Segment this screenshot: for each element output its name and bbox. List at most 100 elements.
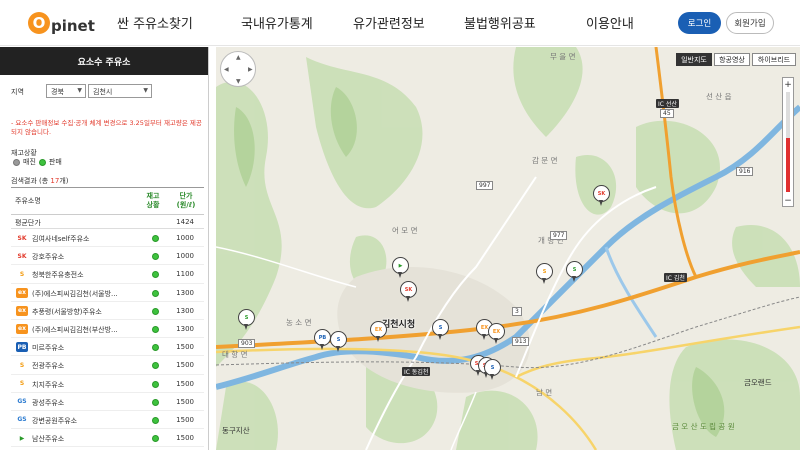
road-shield-903: 903 [238,339,256,348]
station-row[interactable]: PB 미르주유소 1500 [11,338,204,357]
station-marker[interactable]: ▶ [392,257,409,279]
station-row[interactable]: GS 광성주유소 1500 [11,393,204,411]
zoom-out-button[interactable]: − [783,195,793,206]
station-row[interactable]: GS 강변공원주유소 1500 [11,411,204,430]
road-shield-997: 997 [476,181,494,190]
onsale-dot-icon [152,416,159,424]
avg-label: 평균단가 [15,219,41,227]
label-mureul: 무 을 면 [550,52,576,61]
station-row[interactable]: S 전광주유소 1500 [11,356,204,375]
station-marker[interactable]: EX [488,323,505,345]
pan-down-icon[interactable]: ▼ [236,78,241,85]
station-marker[interactable]: SK [400,281,417,303]
brand-logo-icon: PB [16,342,28,353]
station-marker[interactable]: S [330,331,347,353]
station-row[interactable]: ex (주)에스피씨김김천(서울방... 1300 [11,284,204,302]
station-marker[interactable]: S [566,261,583,283]
station-row[interactable]: S 치지주유소 1500 [11,375,204,393]
chevron-down-icon: ▼ [143,87,148,94]
zoom-control[interactable]: + − [782,77,794,207]
station-row[interactable]: ▶ 남산주유소 1500 [11,429,204,448]
station-row[interactable]: SK 김여사네self주유소 1000 [11,229,204,248]
brand-logo-icon: S [16,378,28,389]
station-name[interactable]: 남산주유소 [32,434,137,444]
province-select[interactable]: 경북 ▼ [46,84,86,98]
zoom-in-button[interactable]: + [783,79,793,90]
brand-logo-icon: ex [16,323,28,334]
station-row[interactable]: ex (주)에스피씨김김천(부산방... 1300 [11,320,204,339]
onsale-dot-icon [152,307,159,315]
station-name[interactable]: 미르주유소 [32,343,137,353]
login-button[interactable]: 로그인 [678,12,721,34]
label-nam: 남 면 [536,388,553,397]
ic-donggimcheon: IC 동김천 [402,367,431,376]
table-header: 주유소명 재고 상황 단가 (원/ℓ) [11,187,204,215]
station-price: 1100 [176,270,194,279]
brand-logo-icon: GS [16,396,28,407]
station-name[interactable]: 치지주유소 [32,380,137,390]
onsale-dot-icon [152,398,159,406]
nav-cheap-station[interactable]: 싼 주유소찾기 [117,13,193,32]
brand-logo-icon: S [16,360,28,371]
station-name[interactable]: 김여사네self주유소 [32,234,137,244]
station-name[interactable]: 광성주유소 [32,398,137,408]
station-name[interactable]: (주)에스피씨김김천(부산방... [32,325,137,335]
city-value: 김천시 [93,88,113,96]
station-name[interactable]: 강호주유소 [32,252,137,262]
station-row[interactable]: S 청북한주유충전소 1100 [11,265,204,284]
map-type-hybrid[interactable]: 하이브리드 [752,53,796,66]
station-name[interactable]: (주)에스피씨김김천(서울방... [32,289,137,299]
station-price: 1500 [176,415,194,424]
top-header: O pinet 싼 주유소찾기 국내유가통계 유가관련정보 불법행위공표 이용안… [0,0,800,46]
opinet-logo[interactable]: O pinet [28,9,95,37]
label-station: 동구지산 [222,426,250,435]
ic-seonsan: IC 선산 [656,99,679,108]
join-button[interactable]: 회원가입 [726,12,774,34]
label-daehang: 대 항 면 [222,350,248,359]
station-marker[interactable]: S [536,263,553,285]
station-marker[interactable]: S [484,359,501,381]
map-type-normal[interactable]: 일반지도 [676,53,712,66]
station-marker[interactable]: S [238,309,255,331]
pan-control[interactable]: ▲ ▼ ◀ ▶ [220,51,256,87]
station-row[interactable]: SK 강호주유소 1000 [11,247,204,266]
col-name: 주유소명 [15,197,41,205]
onsale-dot-icon [152,435,159,443]
map-view[interactable]: 감 문 면 어 모 면 개 령 면 농 소 면 대 항 면 남 면 선 산 읍 … [216,47,800,450]
nav-domestic-price-stats[interactable]: 국내유가통계 [241,13,313,32]
brand-logo-icon: GS [16,414,28,425]
pan-right-icon[interactable]: ▶ [248,66,253,73]
station-name[interactable]: 강변공원주유소 [32,416,137,426]
city-select[interactable]: 김천시 ▼ [88,84,152,98]
legend-soldout: 매진 [23,158,36,166]
station-price: 1300 [176,288,194,297]
label-eomo: 어 모 면 [392,226,418,235]
station-price: 1500 [176,361,194,370]
station-name[interactable]: 전광주유소 [32,361,137,371]
col-status: 재고 상황 [146,192,160,209]
nav-violation-notice[interactable]: 불법행위공표 [464,13,536,32]
station-row[interactable]: ex 추풍령(서울방향)주유소 1300 [11,302,204,320]
road-shield-913: 913 [512,337,530,346]
nav-price-info[interactable]: 유가관련정보 [353,13,425,32]
station-marker[interactable]: EX [370,321,387,343]
onsale-dot-icon [152,344,159,352]
station-marker[interactable]: S [432,319,449,341]
pan-left-icon[interactable]: ◀ [224,66,229,73]
panel-title: 요소수 주유소 [0,47,208,75]
station-table: 주유소명 재고 상황 단가 (원/ℓ) 평균단가 1424 SK 김여사네self… [11,187,204,448]
notice-text: - 요소수 판매정보 수집·공개 체계 변경으로 3.25일부터 재고량은 제공… [11,119,202,136]
nav-usage-guide[interactable]: 이용안내 [586,13,634,32]
label-nongso: 농 소 면 [286,318,312,327]
station-name[interactable]: 추풍령(서울방향)주유소 [32,307,137,317]
label-seonsan: 선 산 읍 [706,92,732,101]
brand-logo-icon: SK [16,251,28,262]
pan-up-icon[interactable]: ▲ [236,54,241,61]
onsale-dot-icon [152,362,159,370]
map-type-aerial[interactable]: 항공영상 [714,53,750,66]
station-marker[interactable]: SK [593,185,610,207]
station-name[interactable]: 청북한주유충전소 [32,270,137,280]
result-number: 17 [50,177,60,185]
onsale-dot-icon [152,325,159,333]
station-marker[interactable]: PB [314,329,331,351]
